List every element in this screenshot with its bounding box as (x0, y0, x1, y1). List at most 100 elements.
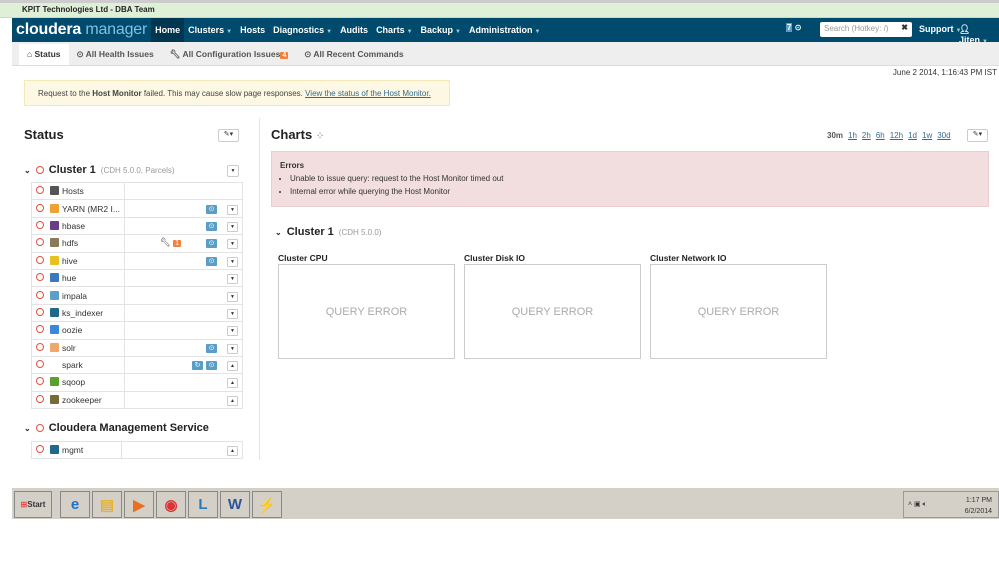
start-button[interactable]: ⊞ Start (14, 491, 52, 518)
taskbar-lync[interactable]: L (188, 491, 218, 518)
service-actions-dropdown[interactable]: ▼ (227, 308, 238, 319)
search-input[interactable]: Search (Hotkey: /) ✖ (820, 22, 912, 37)
service-cell: sqoop (31, 373, 125, 392)
service-name[interactable]: sqoop (62, 377, 85, 387)
services-table: Hosts YARN (MR2 I... ⊙ ▼ hbase ⊙ ▼ hdfs 🔧︎ 1 ⊙ ▼ hi… (31, 181, 244, 410)
collapse-icon[interactable]: ⌄ (275, 228, 282, 237)
taskbar-internet-explorer[interactable]: e (60, 491, 90, 518)
tab-all-recent-commands[interactable]: ⊙ All Recent Commands (296, 44, 411, 65)
restart-icon[interactable]: ⊙ (206, 256, 217, 266)
tray-icons[interactable]: ˄ ▣ 🔈︎ (908, 499, 927, 510)
service-actions-dropdown[interactable]: ▼ (227, 239, 238, 250)
chart-disk-io[interactable]: QUERY ERROR (464, 264, 641, 359)
chart-cluster-version: (CDH 5.0.0) (338, 227, 382, 237)
service-name[interactable]: mgmt (62, 445, 83, 455)
wrench-icon[interactable]: 🔧︎ (160, 237, 171, 247)
range-12h[interactable]: 12h (890, 131, 903, 140)
service-actions-dropdown[interactable]: ▼ (227, 343, 238, 354)
restart-icon[interactable]: ⊙ (206, 239, 217, 249)
mgmt-name[interactable]: Cloudera Management Service (49, 422, 209, 434)
service-actions-dropdown[interactable]: ▼ (227, 256, 238, 267)
status-settings-button[interactable]: ✎▾ (218, 129, 239, 142)
collapse-icon[interactable]: ⌄ (24, 424, 31, 433)
service-row: impala ▼ (31, 286, 244, 305)
timestamp: June 2 2014, 1:16:43 PM IST (892, 68, 997, 77)
taskbar-media-player[interactable]: ▶ (124, 491, 154, 518)
range-6h[interactable]: 6h (876, 131, 885, 140)
service-name[interactable]: hue (62, 273, 76, 283)
service-name[interactable]: hbase (62, 221, 85, 231)
service-actions-dropdown[interactable]: ▼ (227, 326, 238, 337)
nav-label: Audits (340, 25, 369, 35)
collapse-icon[interactable]: ⌄ (24, 166, 31, 175)
restart-icon[interactable]: ⊙ (206, 343, 217, 353)
taskbar-explorer[interactable]: ▤ (92, 491, 122, 518)
clear-search-icon[interactable]: ✖ (901, 23, 908, 32)
range-2h[interactable]: 2h (862, 131, 871, 140)
restart-icon[interactable]: ⊙ (206, 221, 217, 231)
taskbar-word[interactable]: W (220, 491, 250, 518)
status-icon (36, 394, 44, 403)
service-actions-dropdown[interactable]: ▲ (227, 361, 238, 372)
tab-status[interactable]: ⌂ Status (19, 44, 69, 65)
nav-home[interactable]: Home (151, 18, 185, 42)
running-commands-indicator[interactable]: 7 ⊙ (786, 23, 801, 32)
alert-text-2: failed. This may cause slow page respons… (141, 89, 306, 98)
nav-administration[interactable]: Administration ▼ (465, 18, 544, 42)
support-menu[interactable]: Support ▼ (919, 24, 961, 34)
nav-clusters[interactable]: Clusters ▼ (184, 18, 236, 42)
remote-desktop-icon: ⚡ (257, 496, 277, 514)
service-name[interactable]: hdfs (62, 238, 78, 248)
service-actions-dropdown[interactable]: ▲ (227, 446, 238, 457)
service-name[interactable]: solr (62, 343, 76, 353)
service-name[interactable]: spark (62, 360, 83, 370)
service-name[interactable]: YARN (MR2 I... (62, 204, 120, 214)
clock-time[interactable]: 1:17 PM (966, 497, 992, 504)
restart-icon[interactable]: ⊙ (206, 204, 217, 214)
range-30d[interactable]: 30d (937, 131, 950, 140)
service-name[interactable]: hive (62, 256, 78, 266)
restart-icon[interactable]: ⊙ (206, 361, 217, 371)
service-name[interactable]: ks_indexer (62, 308, 103, 318)
cluster-actions-dropdown[interactable]: ▼ (227, 165, 239, 177)
service-actions: ⊙ ▼ (123, 216, 244, 236)
service-actions-dropdown[interactable]: ▲ (227, 378, 238, 389)
cluster-name[interactable]: Cluster 1 (49, 164, 96, 176)
lync-icon: L (198, 496, 208, 513)
nav-audits[interactable]: Audits (336, 18, 372, 42)
service-actions-dropdown[interactable]: ▲ (227, 395, 238, 406)
clock-date[interactable]: 6/2/2014 (965, 508, 992, 515)
taskbar-remote-desktop[interactable]: ⚡ (252, 491, 282, 518)
charts-settings-button[interactable]: ✎▾ (967, 129, 988, 142)
service-actions-dropdown[interactable]: ▼ (227, 204, 238, 215)
refresh-icon[interactable]: ↻ (192, 361, 203, 371)
nav-diagnostics[interactable]: Diagnostics ▼ (269, 18, 336, 42)
taskbar-chrome[interactable]: ◉ (156, 491, 186, 518)
service-cell: spark (31, 355, 125, 375)
service-actions-dropdown[interactable]: ▼ (227, 221, 238, 232)
host-monitor-status-link[interactable]: View the status of the Host Monitor. (305, 89, 431, 98)
range-1d[interactable]: 1d (908, 131, 917, 140)
service-actions-dropdown[interactable]: ▼ (227, 274, 238, 285)
service-name[interactable]: oozie (62, 325, 82, 335)
service-actions: ▲ (121, 440, 243, 460)
nav-backup[interactable]: Backup ▼ (417, 18, 465, 42)
cloudera-manager-logo[interactable]: cloudera manager (12, 21, 151, 39)
range-30m[interactable]: 30m (827, 131, 843, 140)
service-name[interactable]: zookeeper (62, 395, 102, 405)
config-issue-badge[interactable]: 1 (173, 240, 181, 248)
explorer-icon: ▤ (99, 496, 115, 514)
range-1h[interactable]: 1h (848, 131, 857, 140)
nav-charts[interactable]: Charts ▼ (372, 18, 416, 42)
tab-label: All Recent Commands (313, 49, 404, 59)
chart-network-io[interactable]: QUERY ERROR (650, 264, 827, 359)
service-name[interactable]: impala (62, 291, 87, 301)
tab-all-health-issues[interactable]: ⊙ All Health Issues (69, 44, 162, 65)
range-1w[interactable]: 1w (922, 131, 932, 140)
chart-cpu[interactable]: QUERY ERROR (278, 264, 455, 359)
service-actions-dropdown[interactable]: ▼ (227, 291, 238, 302)
service-name[interactable]: Hosts (62, 186, 84, 196)
chrome-icon: ◉ (164, 496, 178, 514)
nav-hosts[interactable]: Hosts (236, 18, 269, 42)
tab-all-configuration-issues[interactable]: 🔧︎ All Configuration Issues 4 (162, 44, 297, 65)
